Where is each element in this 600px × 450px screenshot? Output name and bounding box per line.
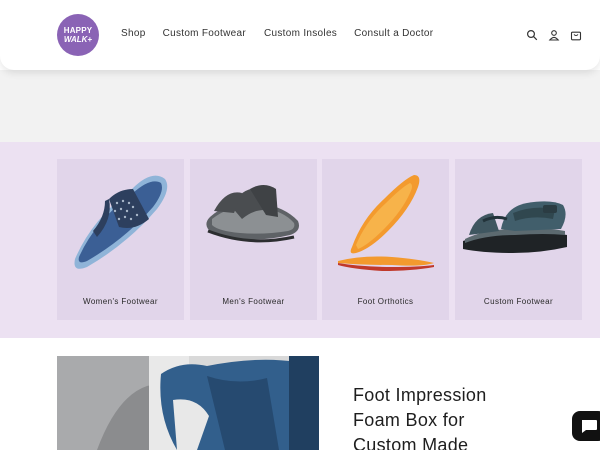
brand-logo[interactable]: HAPPY WALK+ bbox=[57, 14, 99, 56]
logo-text-bottom: WALK+ bbox=[63, 35, 93, 44]
womens-sandal-image bbox=[74, 175, 168, 269]
category-label: Foot Orthotics bbox=[357, 297, 414, 306]
category-label: Men's Footwear bbox=[222, 297, 285, 306]
nav-item-shop[interactable]: Shop bbox=[121, 28, 146, 39]
nav-item-custom-insoles[interactable]: Custom Insoles bbox=[264, 28, 337, 39]
logo-text-top: HAPPY bbox=[63, 26, 93, 35]
cart-icon[interactable] bbox=[570, 28, 582, 41]
custom-sandal-image bbox=[463, 201, 567, 253]
header-icons bbox=[526, 28, 582, 41]
category-card-womens-footwear[interactable]: Women's Footwear bbox=[57, 159, 184, 320]
category-label: Custom Footwear bbox=[483, 297, 554, 306]
feature-title: Foot Impression Foam Box for Custom Made bbox=[353, 383, 553, 450]
category-card-custom-footwear[interactable]: Custom Footwear bbox=[455, 159, 582, 320]
orthotic-insole-image bbox=[338, 175, 434, 271]
feature-title-line: Custom Made bbox=[353, 435, 469, 450]
category-card-foot-orthotics[interactable]: Foot Orthotics bbox=[322, 159, 449, 320]
category-card-mens-footwear[interactable]: Men's Footwear bbox=[190, 159, 317, 320]
account-icon[interactable] bbox=[548, 28, 560, 41]
nav-item-custom-footwear[interactable]: Custom Footwear bbox=[163, 28, 246, 39]
banner-placeholder bbox=[0, 70, 600, 142]
mens-sandal-image bbox=[206, 185, 299, 243]
category-label: Women's Footwear bbox=[83, 297, 158, 306]
search-icon[interactable] bbox=[526, 28, 538, 41]
feature-title-line: Foam Box for bbox=[353, 410, 465, 430]
main-nav: Shop Custom Footwear Custom Insoles Cons… bbox=[121, 28, 433, 39]
chat-button[interactable] bbox=[572, 411, 600, 441]
site-header: HAPPY WALK+ Shop Custom Footwear Custom … bbox=[0, 0, 600, 70]
chat-icon bbox=[582, 420, 597, 433]
nav-item-consult-doctor[interactable]: Consult a Doctor bbox=[354, 28, 433, 39]
product-photo bbox=[57, 356, 319, 450]
feature-title-line: Foot Impression bbox=[353, 385, 487, 405]
